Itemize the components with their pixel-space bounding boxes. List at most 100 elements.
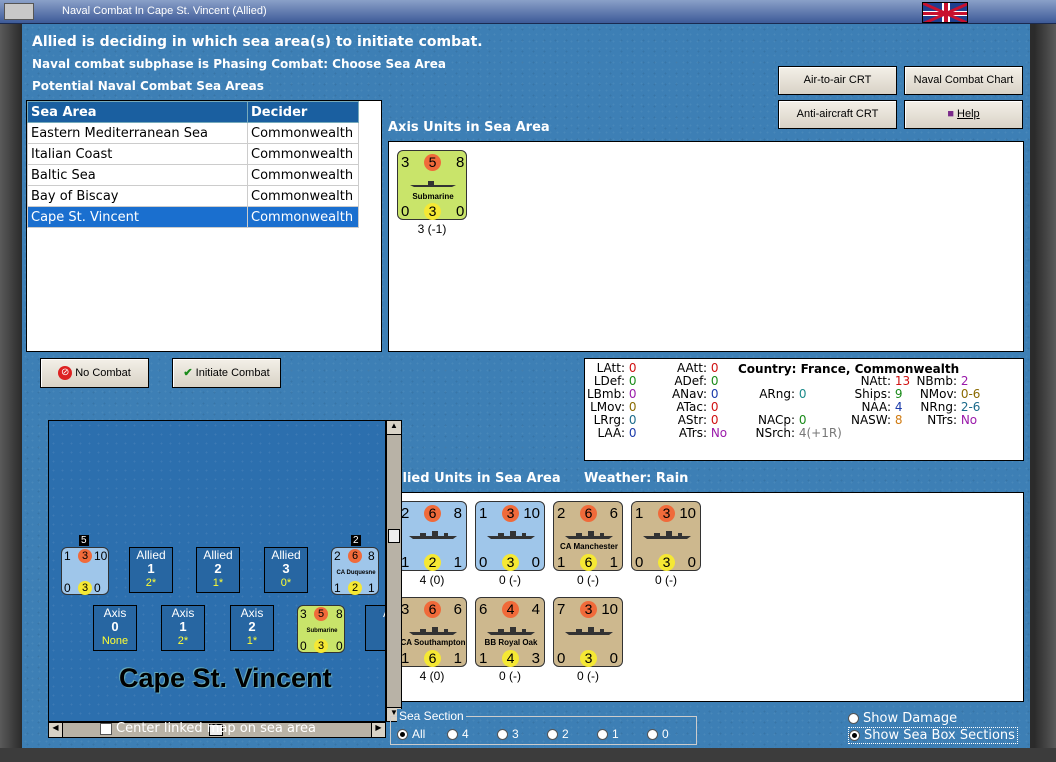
unit-counter[interactable]: 268121 (397, 501, 467, 571)
box-value: 2 (248, 619, 256, 634)
sea-section-option[interactable]: 1 (597, 727, 647, 741)
unit-counter[interactable]: 1 3 10 0 3 0 (475, 501, 545, 571)
system-menu-button[interactable] (4, 3, 34, 20)
axis-box-2[interactable]: Axis 2 1* (230, 605, 274, 651)
axis-box-1[interactable]: Axis 1 2* (161, 605, 205, 651)
show-sections-radio[interactable] (849, 730, 860, 741)
stat-lmov: 0 (628, 400, 637, 414)
sea-section-option[interactable]: 2 (547, 727, 597, 741)
scroll-left-arrow-icon[interactable]: ◀ (49, 723, 63, 737)
initiate-combat-button[interactable]: ✔ Initiate Combat (172, 358, 281, 388)
axis-units-panel: 3 5 8 Submarine 0 3 0 3 (-1) (388, 141, 1024, 352)
sea-section-option-label: 4 (462, 727, 469, 741)
stack-count-badge: 5 (79, 535, 89, 546)
unit-counter[interactable]: 1 3 10 0 3 0 (631, 501, 701, 571)
stat-latt: 0 (628, 361, 637, 375)
allied-box-2[interactable]: Allied 2 1* (196, 547, 240, 593)
potential-areas-label: Potential Naval Combat Sea Areas (32, 79, 264, 93)
unit-counter[interactable]: 3 6 6 CA Southampton 1 6 1 (397, 597, 467, 667)
table-row[interactable]: Eastern Mediterranean Sea Commonwealth (27, 122, 359, 144)
axis-box-cut[interactable]: A (365, 605, 385, 651)
table-row-selected[interactable]: Cape St. Vincent Commonwealth (27, 206, 359, 228)
box-value: 0 (111, 619, 119, 634)
range-stats: ARng: 0 NACp: 0 NSrch: 4(+1R) (755, 387, 842, 440)
show-damage-radio[interactable] (848, 713, 859, 724)
unit-counter[interactable]: 6 4 4 BB Royal Oak 1 4 3 (475, 597, 545, 667)
book-icon: ■ (947, 108, 954, 120)
movement-value: 3 (424, 203, 441, 220)
sea-section-radio[interactable] (447, 729, 458, 741)
allied-box-1[interactable]: Allied 1 2* (129, 547, 173, 593)
stack-counter-right[interactable]: 2 6 8 CA Duquesne 1 2 1 (331, 547, 379, 595)
column-header-decider[interactable]: Decider (247, 101, 359, 123)
right-border (1034, 24, 1056, 750)
no-entry-icon: ⊘ (58, 366, 73, 381)
aa-value: 0 (479, 554, 488, 571)
axis-units-label: Axis Units in Sea Area (388, 120, 550, 135)
scroll-up-arrow-icon[interactable]: ▲ (387, 421, 401, 435)
help-button[interactable]: ■ Help (904, 100, 1023, 129)
scroll-right-arrow-icon[interactable]: ▶ (371, 723, 385, 737)
movement-value: 6 (580, 554, 597, 571)
map-vertical-scrollbar[interactable]: ▲ ▼ (386, 420, 402, 722)
sea-section-radio[interactable] (647, 729, 658, 741)
unit-counter-submarine[interactable]: 3 5 8 Submarine 0 3 0 (397, 150, 467, 220)
box-sub: 2* (145, 577, 157, 589)
table-row[interactable]: Italian Coast Commonwealth (27, 143, 359, 165)
sea-section-radio[interactable] (597, 729, 608, 741)
box-sub: None (101, 635, 129, 647)
sea-area-cell: Eastern Mediterranean Sea (27, 122, 248, 144)
sea-section-option[interactable]: 3 (497, 727, 547, 741)
center-map-checkbox[interactable] (100, 722, 112, 735)
defense-value: 3 (580, 601, 597, 618)
sea-section-radio[interactable] (397, 729, 408, 741)
movement-value: 3 (658, 554, 675, 571)
sea-area-cell: Cape St. Vincent (27, 206, 248, 228)
center-map-checkbox-row[interactable]: Center linked map on sea area (100, 721, 316, 736)
stat-lbmb: 0 (628, 387, 637, 401)
unit-counter[interactable]: 7 3 10 0 3 0 (553, 597, 623, 667)
table-row[interactable]: Bay of Biscay Commonwealth (27, 185, 359, 207)
show-damage-option[interactable]: Show Damage (848, 711, 957, 726)
stat-atrs: No (710, 426, 728, 440)
no-combat-button[interactable]: ⊘ No Combat (40, 358, 149, 388)
unit-caption: 4 (0) (419, 669, 445, 683)
table-row[interactable]: Baltic Sea Commonwealth (27, 164, 359, 186)
sea-section-radio[interactable] (547, 729, 558, 741)
initiate-combat-label: Initiate Combat (195, 367, 270, 379)
stack-counter-left[interactable]: 1 3 10 0 3 0 (61, 547, 109, 595)
allied-units-panel: 2681214 (0) 1 3 10 0 3 0 0 (-) 2 6 6 CA Manchester 1… (388, 492, 1024, 702)
sea-section-option[interactable]: All (397, 727, 447, 741)
attack-value: 1 (635, 505, 644, 522)
sea-area-name: Cape St. Vincent (119, 663, 332, 693)
unit-name: Submarine (306, 628, 338, 634)
sea-section-option[interactable]: 4 (447, 727, 497, 741)
stat-nsrch: 4(+1R) (798, 426, 842, 440)
axis-box-0[interactable]: Axis 0 None (93, 605, 137, 651)
sea-section-option-label: 3 (512, 727, 519, 741)
sea-section-radio[interactable] (497, 729, 508, 741)
warship-icon (643, 531, 691, 539)
title-bar: Naval Combat In Cape St. Vincent (Allied… (0, 0, 1056, 24)
box-label: Axis (171, 606, 195, 620)
unit-counter[interactable]: 2 6 6 CA Manchester 1 6 1 (553, 501, 623, 571)
attack-value: 2 (334, 549, 341, 563)
anti-aircraft-crt-button[interactable]: Anti-aircraft CRT (778, 100, 897, 129)
defense-value: 3 (502, 505, 519, 522)
allied-box-3[interactable]: Allied 3 0* (264, 547, 308, 593)
defense-value: 3 (658, 505, 675, 522)
air-to-air-crt-button[interactable]: Air-to-air CRT (778, 66, 897, 95)
sea-area-list[interactable]: Sea Area Decider Eastern Mediterranean Se… (26, 100, 382, 352)
scroll-thumb[interactable] (388, 529, 400, 543)
box-sub: 1* (246, 635, 258, 647)
decider-cell: Commonwealth (247, 143, 359, 165)
movement-value: 3 (580, 650, 597, 667)
show-sections-option[interactable]: Show Sea Box Sections (848, 727, 1018, 744)
sea-area-cell: Bay of Biscay (27, 185, 248, 207)
column-header-sea-area[interactable]: Sea Area (27, 101, 248, 123)
movement-value: 2 (348, 581, 362, 595)
submarine-map-counter[interactable]: 3 5 8 Submarine 0 3 0 (297, 605, 345, 653)
sea-section-option[interactable]: 0 (647, 727, 697, 741)
sea-area-map[interactable]: 1 3 10 0 3 0 5 Allied 1 2* Allied 2 1* Allie… (48, 420, 386, 722)
naval-combat-chart-button[interactable]: Naval Combat Chart (904, 66, 1023, 95)
